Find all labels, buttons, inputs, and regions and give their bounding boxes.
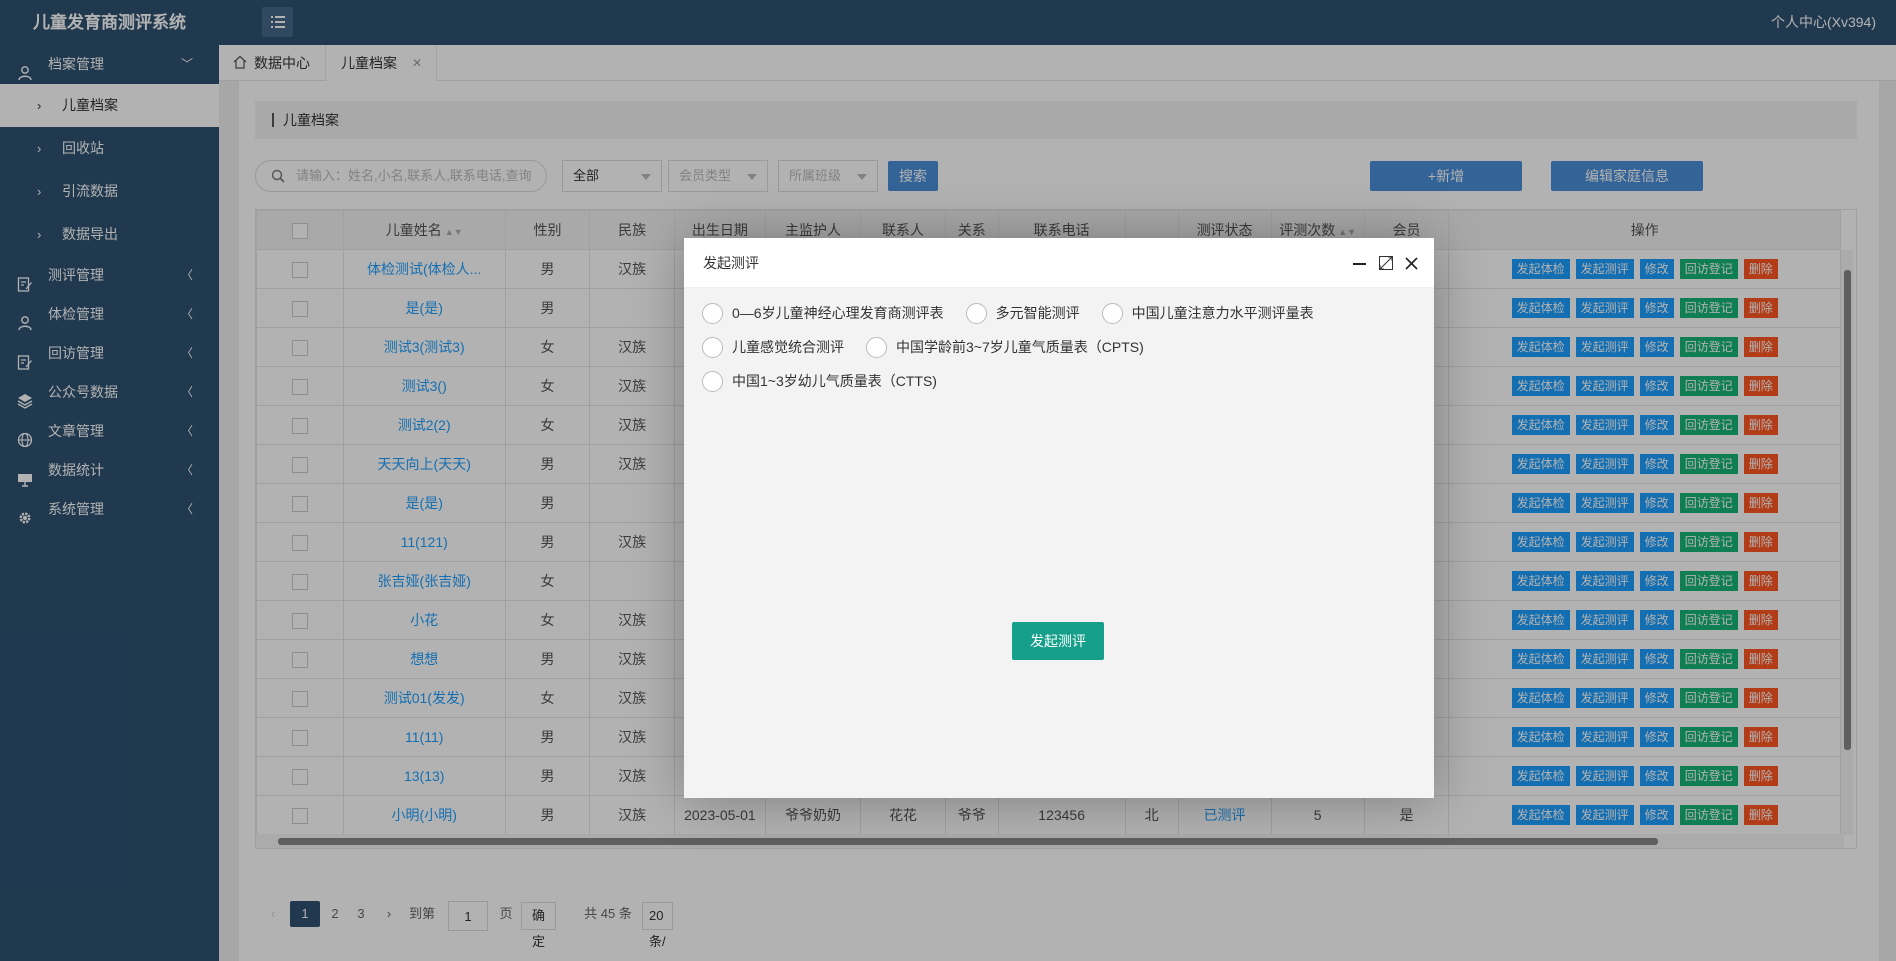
option-label: 中国1~3岁幼儿气质量表（CTTS) [732, 373, 937, 389]
radio-button[interactable] [1101, 302, 1123, 324]
option-label: 中国儿童注意力水平测评量表 [1131, 305, 1314, 321]
radio-button[interactable] [866, 336, 887, 358]
launch-assessment-button[interactable]: 发起测评 [1012, 622, 1104, 660]
radio-button[interactable] [702, 336, 723, 358]
option-row: 儿童感觉统合测评 中国学龄前3~7岁儿童气质量表（CPTS) [702, 330, 1402, 364]
radio-button[interactable] [965, 302, 987, 324]
radio-button[interactable] [702, 302, 723, 324]
assessment-option[interactable]: 儿童感觉统合测评 [702, 336, 844, 358]
assessment-option[interactable]: 0—6岁儿童神经心理发育商测评表 [702, 302, 944, 324]
assessment-option[interactable]: 多元智能测评 [965, 302, 1080, 324]
option-label: 0—6岁儿童神经心理发育商测评表 [732, 305, 944, 321]
option-label: 儿童感觉统合测评 [732, 339, 844, 355]
assessment-option[interactable]: 中国1~3岁幼儿气质量表（CTTS) [702, 370, 937, 392]
close-icon[interactable] [1403, 255, 1420, 272]
option-label: 中国学龄前3~7岁儿童气质量表（CPTS) [896, 339, 1144, 355]
option-label: 多元智能测评 [995, 305, 1080, 321]
dialog-header: 发起测评 [684, 238, 1434, 288]
option-row: 0—6岁儿童神经心理发育商测评表 多元智能测评 中国儿童注意力水平测评量表 [702, 296, 1402, 330]
option-row: 中国1~3岁幼儿气质量表（CTTS) [702, 364, 1402, 398]
maximize-icon[interactable] [1377, 255, 1394, 272]
minimize-icon[interactable] [1351, 255, 1368, 272]
assessment-options: 0—6岁儿童神经心理发育商测评表 多元智能测评 中国儿童注意力水平测评量表儿童感觉统… [702, 296, 1402, 398]
launch-assessment-dialog: 发起测评 0—6岁儿童神经心理发育商测评表 多元智能测评 中国儿童注意力水平测评量表… [684, 238, 1434, 798]
assessment-option[interactable]: 中国学龄前3~7岁儿童气质量表（CPTS) [866, 336, 1144, 358]
assessment-option[interactable]: 中国儿童注意力水平测评量表 [1101, 302, 1314, 324]
radio-button[interactable] [702, 370, 723, 392]
dialog-title: 发起测评 [703, 255, 759, 271]
